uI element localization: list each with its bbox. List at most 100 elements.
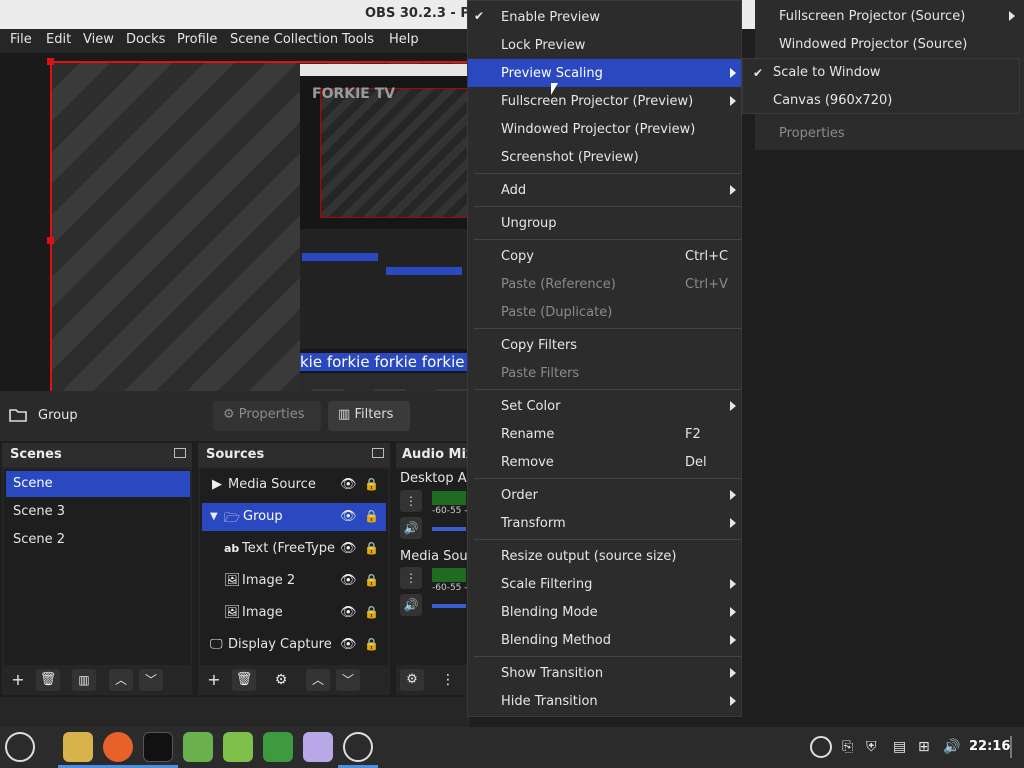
menu-profile[interactable]: Profile: [177, 32, 217, 47]
more-options-icon[interactable]: ⋮: [436, 669, 460, 691]
scene-filters-button[interactable]: ▥: [72, 669, 96, 691]
menu-item-properties[interactable]: Properties: [779, 126, 845, 141]
obs-icon[interactable]: [343, 732, 373, 762]
eye-icon[interactable]: 👁: [340, 477, 357, 493]
advanced-audio-icon[interactable]: ⚙: [400, 669, 424, 691]
menu-item-fullscreen-projector-source[interactable]: Fullscreen Projector (Source): [779, 9, 965, 24]
source-row[interactable]: 🖵 Display Capture ( 👁 🔒: [202, 631, 386, 659]
menu-item-lock-preview[interactable]: Lock Preview: [468, 31, 741, 59]
terminal-icon[interactable]: [143, 732, 173, 762]
menu-item-show-transition[interactable]: Show Transition: [468, 659, 741, 687]
scene-item[interactable]: Scene: [6, 471, 190, 497]
lock-icon[interactable]: 🔒: [364, 477, 379, 493]
menu-item-copy-filters[interactable]: Copy Filters: [468, 331, 741, 359]
menu-item-enable-preview[interactable]: ✔ Enable Preview: [468, 3, 741, 31]
add-source-button[interactable]: +: [202, 669, 226, 691]
menu-item-canvas-size[interactable]: Canvas (960x720): [773, 93, 892, 108]
menu-item-order[interactable]: Order: [468, 481, 741, 509]
eye-icon[interactable]: 👁: [340, 541, 357, 557]
menu-item-resize-output[interactable]: Resize output (source size): [468, 542, 741, 570]
menu-item-add[interactable]: Add: [468, 176, 741, 204]
obs-tray-icon[interactable]: [810, 736, 832, 758]
properties-button[interactable]: ⚙ Properties: [213, 401, 321, 431]
source-properties-button[interactable]: ⚙: [269, 669, 293, 691]
text-editor-icon[interactable]: [303, 732, 333, 762]
menu-item-copy[interactable]: Copy Ctrl+C: [468, 242, 741, 270]
clipboard-icon[interactable]: ⎘: [842, 739, 853, 755]
menu-tools[interactable]: Tools: [342, 32, 374, 47]
menu-item-transform[interactable]: Transform: [468, 509, 741, 537]
menu-help[interactable]: Help: [389, 32, 419, 47]
menu-item-windowed-projector-preview[interactable]: Windowed Projector (Preview): [468, 115, 741, 143]
volume-slider[interactable]: [432, 604, 466, 608]
menu-item-set-color[interactable]: Set Color: [468, 392, 741, 420]
mint-menu-icon[interactable]: [5, 732, 35, 762]
lock-icon[interactable]: 🔒: [364, 509, 379, 525]
menu-scene-collection[interactable]: Scene Collection: [230, 32, 338, 47]
source-row[interactable]: 🖼 Image 👁 🔒: [202, 599, 386, 627]
more-options-icon[interactable]: ⋮: [400, 567, 422, 589]
menu-item-preview-scaling[interactable]: Preview Scaling: [468, 59, 741, 87]
menu-docks[interactable]: Docks: [126, 32, 165, 47]
mintinstall-icon[interactable]: [183, 732, 213, 762]
preview-area[interactable]: FORKIE TV kie forkie forkie forkie: [0, 53, 470, 391]
menu-item-blending-method[interactable]: Blending Method: [468, 626, 741, 654]
volume-slider[interactable]: [432, 527, 466, 531]
scene-item[interactable]: Scene 3: [6, 499, 190, 525]
calculator-icon[interactable]: [223, 732, 253, 762]
menu-item-screenshot-preview[interactable]: Screenshot (Preview): [468, 143, 741, 171]
filters-button[interactable]: ▥ Filters: [328, 401, 410, 431]
menu-item-remove[interactable]: Remove Del: [468, 448, 741, 476]
menu-edit[interactable]: Edit: [46, 32, 71, 47]
menu-item-ungroup[interactable]: Ungroup: [468, 209, 741, 237]
undock-icon[interactable]: [372, 448, 384, 458]
undock-icon[interactable]: [174, 448, 186, 458]
volume-icon[interactable]: 🔊: [400, 517, 422, 539]
menu-item-paste-duplicate[interactable]: Paste (Duplicate): [468, 298, 741, 326]
network-icon[interactable]: ⊞: [918, 739, 930, 755]
menu-item-fullscreen-projector-preview[interactable]: Fullscreen Projector (Preview): [468, 87, 741, 115]
lock-icon[interactable]: 🔒: [364, 541, 379, 557]
menu-item-windowed-projector-source[interactable]: Windowed Projector (Source): [779, 37, 967, 52]
collapse-arrow-icon[interactable]: ▼: [210, 511, 218, 522]
menu-item-scale-filtering[interactable]: Scale Filtering: [468, 570, 741, 598]
move-down-button[interactable]: ﹀: [336, 669, 360, 691]
menu-item-hide-transition[interactable]: Hide Transition: [468, 687, 741, 715]
remove-source-button[interactable]: 🗑: [232, 669, 256, 691]
menu-view[interactable]: View: [83, 32, 114, 47]
eye-icon[interactable]: 👁: [340, 509, 357, 525]
remove-scene-button[interactable]: 🗑: [36, 669, 60, 691]
source-row[interactable]: ▼ 🗁 Group 👁 🔒: [202, 503, 386, 531]
firefox-icon[interactable]: [103, 732, 133, 762]
eye-icon[interactable]: 👁: [340, 637, 357, 653]
lock-icon[interactable]: 🔒: [364, 573, 379, 589]
source-row[interactable]: ab Text (FreeType 👁 🔒: [202, 535, 386, 563]
volume-icon[interactable]: 🔊: [400, 594, 422, 616]
menu-item-paste-filters[interactable]: Paste Filters: [468, 359, 741, 387]
eye-icon[interactable]: 👁: [340, 573, 357, 589]
move-up-button[interactable]: ︿: [306, 669, 330, 691]
files-icon[interactable]: [63, 732, 93, 762]
lock-icon[interactable]: 🔒: [364, 605, 379, 621]
lock-icon[interactable]: 🔒: [364, 637, 379, 653]
menu-file[interactable]: File: [10, 32, 32, 47]
shield-icon[interactable]: [263, 732, 293, 762]
source-row[interactable]: 🖼 Image 2 👁 🔒: [202, 567, 386, 595]
move-up-button[interactable]: ︿: [109, 669, 133, 691]
add-scene-button[interactable]: +: [6, 669, 30, 691]
source-row[interactable]: ▶ Media Source 👁 🔒: [202, 471, 386, 499]
move-down-button[interactable]: ﹀: [139, 669, 163, 691]
update-shield-icon[interactable]: ⛨: [866, 739, 877, 755]
resize-handle[interactable]: [47, 58, 54, 65]
menu-item-rename[interactable]: Rename F2: [468, 420, 741, 448]
more-options-icon[interactable]: ⋮: [400, 490, 422, 512]
show-desktop-button[interactable]: [1010, 736, 1012, 758]
clock[interactable]: 22:16: [969, 739, 1010, 754]
menu-item-scale-to-window[interactable]: Scale to Window: [773, 65, 881, 80]
eye-icon[interactable]: 👁: [340, 605, 357, 621]
scene-item[interactable]: Scene 2: [6, 527, 190, 553]
volume-icon[interactable]: 🔊: [943, 739, 960, 755]
menu-item-paste-reference[interactable]: Paste (Reference) Ctrl+V: [468, 270, 741, 298]
resize-handle[interactable]: [47, 237, 54, 244]
menu-item-blending-mode[interactable]: Blending Mode: [468, 598, 741, 626]
